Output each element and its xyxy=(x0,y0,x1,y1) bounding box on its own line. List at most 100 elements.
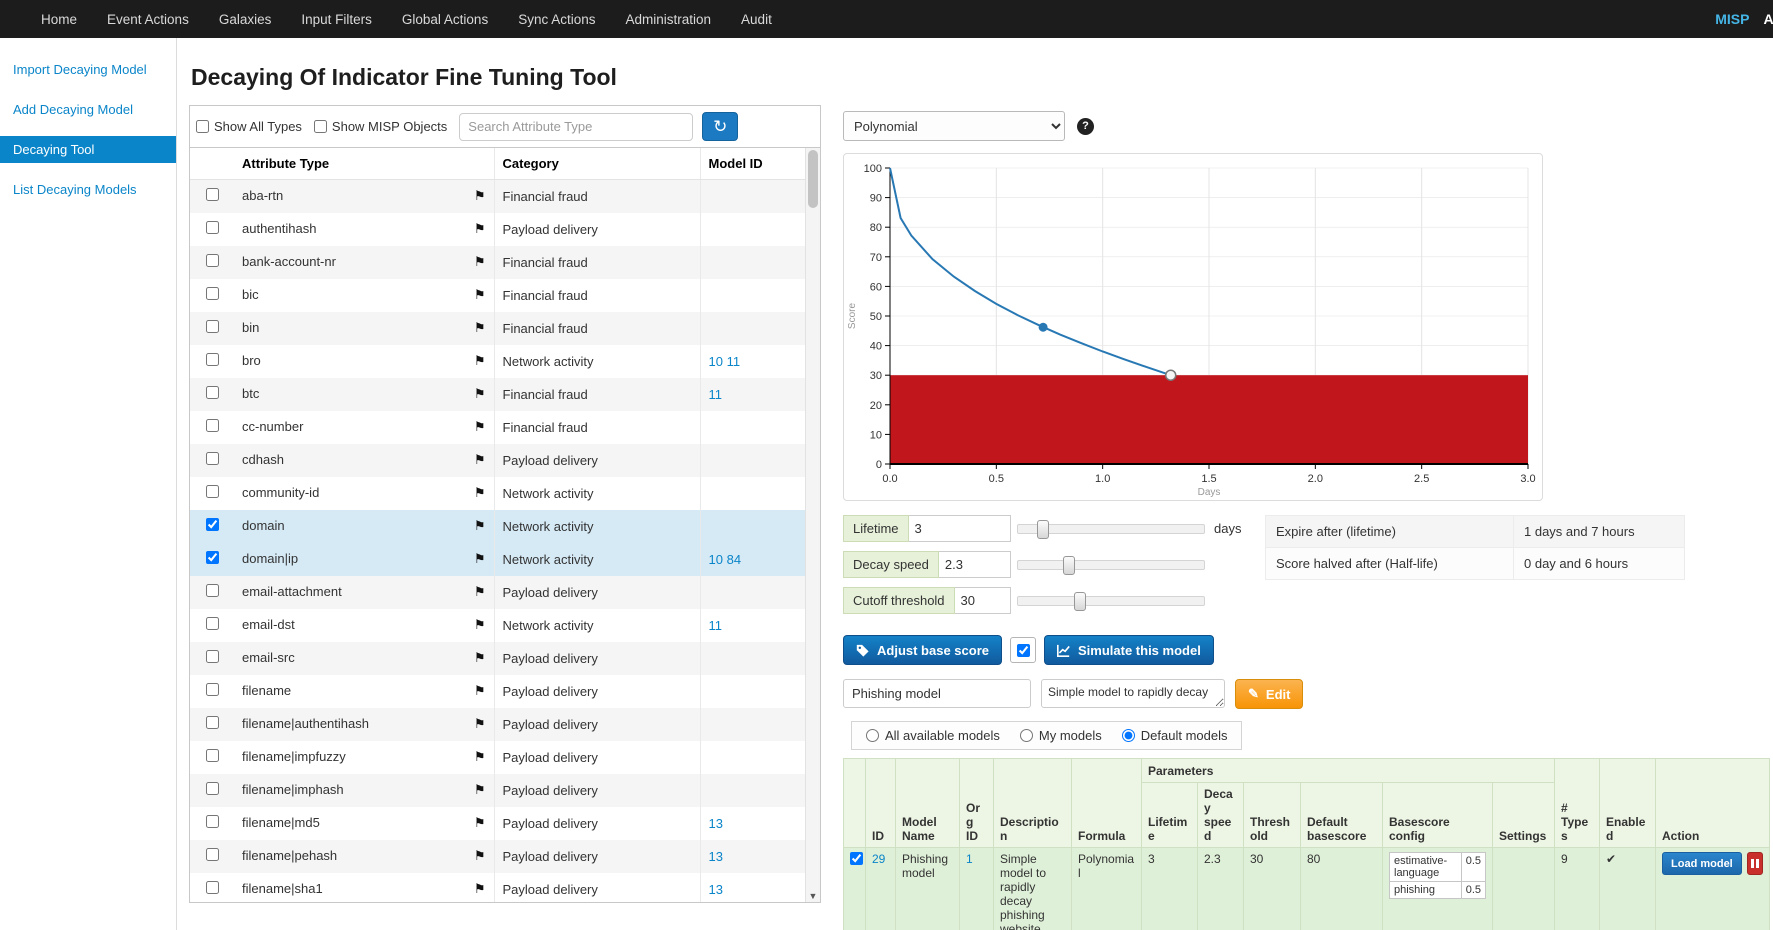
sidebar-item-add-decaying-model[interactable]: Add Decaying Model xyxy=(0,96,176,123)
nav-item-audit[interactable]: Audit xyxy=(726,12,787,27)
model-id-link[interactable]: 13 xyxy=(709,849,723,864)
decay-chart[interactable]: 0.00.51.01.52.02.53.00102030405060708090… xyxy=(843,153,1543,501)
flag-icon[interactable]: ⚑ xyxy=(474,551,486,567)
attribute-row-checkbox[interactable] xyxy=(206,749,219,762)
nav-item-galaxies[interactable]: Galaxies xyxy=(204,12,287,27)
models-header-lifetime[interactable]: Lifetime xyxy=(1142,783,1198,848)
adjust-base-score-button[interactable]: Adjust base score xyxy=(843,635,1002,665)
flag-icon[interactable]: ⚑ xyxy=(474,617,486,633)
edit-model-button[interactable]: ✎ Edit xyxy=(1235,679,1303,709)
attribute-header-type[interactable]: Attribute Type xyxy=(234,148,494,180)
cutoff-threshold-input[interactable] xyxy=(955,587,1011,614)
lifetime-slider[interactable] xyxy=(1017,524,1205,534)
attribute-row[interactable]: email-dst⚑Network activity11 xyxy=(190,609,805,642)
decay-speed-slider-handle[interactable] xyxy=(1063,556,1075,575)
model-name-input[interactable] xyxy=(843,679,1031,708)
decay-speed-input[interactable] xyxy=(939,551,1011,578)
models-header-model-name[interactable]: Model Name xyxy=(896,759,960,848)
model-id-link[interactable]: 29 xyxy=(872,852,885,866)
attribute-row-checkbox[interactable] xyxy=(206,485,219,498)
flag-icon[interactable]: ⚑ xyxy=(474,188,486,204)
attribute-row-checkbox[interactable] xyxy=(206,320,219,333)
attribute-row[interactable]: filename|pehash⚑Payload delivery13 xyxy=(190,840,805,873)
attribute-row[interactable]: filename|md5⚑Payload delivery13 xyxy=(190,807,805,840)
flag-icon[interactable]: ⚑ xyxy=(474,881,486,897)
attribute-row-checkbox[interactable] xyxy=(206,386,219,399)
attribute-row[interactable]: cdhash⚑Payload delivery xyxy=(190,444,805,477)
attribute-row[interactable]: filename|imphash⚑Payload delivery xyxy=(190,774,805,807)
misp-brand-link[interactable]: MISP xyxy=(1715,11,1749,27)
attribute-row-checkbox[interactable] xyxy=(206,353,219,366)
model-org-id-link[interactable]: 1 xyxy=(966,852,973,866)
models-header-default-basescore[interactable]: Default basescore xyxy=(1301,783,1383,848)
nav-item-sync-actions[interactable]: Sync Actions xyxy=(503,12,610,27)
radio-input[interactable] xyxy=(1020,729,1033,742)
model-filter-default-models[interactable]: Default models xyxy=(1122,728,1228,743)
models-header-decay-speed[interactable]: Decay speed xyxy=(1198,783,1244,848)
models-header-threshold[interactable]: Threshold xyxy=(1244,783,1301,848)
flag-icon[interactable]: ⚑ xyxy=(474,848,486,864)
attribute-row-checkbox[interactable] xyxy=(206,518,219,531)
attribute-row-checkbox[interactable] xyxy=(206,221,219,234)
model-id-link[interactable]: 84 xyxy=(727,552,741,567)
flag-icon[interactable]: ⚑ xyxy=(474,386,486,402)
radio-input[interactable] xyxy=(866,729,879,742)
models-header-basescore-config[interactable]: Basescore config xyxy=(1383,783,1493,848)
attribute-row[interactable]: email-attachment⚑Payload delivery xyxy=(190,576,805,609)
flag-icon[interactable]: ⚑ xyxy=(474,650,486,666)
flag-icon[interactable]: ⚑ xyxy=(474,749,486,765)
models-header-id[interactable]: ID xyxy=(866,759,896,848)
attribute-row-checkbox[interactable] xyxy=(206,617,219,630)
decay-chart-svg[interactable]: 0.00.51.01.52.02.53.00102030405060708090… xyxy=(844,154,1542,500)
attribute-row-checkbox[interactable] xyxy=(206,254,219,267)
attribute-row[interactable]: email-src⚑Payload delivery xyxy=(190,642,805,675)
attribute-row-checkbox[interactable] xyxy=(206,716,219,729)
flag-icon[interactable]: ⚑ xyxy=(474,287,486,303)
attribute-row[interactable]: domain|ip⚑Network activity10 84 xyxy=(190,543,805,576)
flag-icon[interactable]: ⚑ xyxy=(474,815,486,831)
scrollbar-down-arrow[interactable]: ▼ xyxy=(806,891,820,901)
attribute-row-checkbox[interactable] xyxy=(206,584,219,597)
model-id-link[interactable]: 11 xyxy=(709,387,723,402)
lifetime-input[interactable] xyxy=(909,515,1011,542)
attribute-row[interactable]: domain⚑Network activity xyxy=(190,510,805,543)
nav-item-home[interactable]: Home xyxy=(26,12,92,27)
flag-icon[interactable]: ⚑ xyxy=(474,584,486,600)
models-header-formula[interactable]: Formula xyxy=(1072,759,1142,848)
flag-icon[interactable]: ⚑ xyxy=(474,485,486,501)
attribute-row[interactable]: filename|sha1⚑Payload delivery13 xyxy=(190,873,805,904)
attribute-row-checkbox[interactable] xyxy=(206,452,219,465)
scrollbar-thumb[interactable] xyxy=(808,150,818,208)
model-id-link[interactable]: 10 xyxy=(709,552,723,567)
load-model-button[interactable]: Load model xyxy=(1662,852,1742,875)
adjust-basescore-checkbox-wrap[interactable] xyxy=(1010,637,1036,663)
show-all-types-checkbox[interactable] xyxy=(196,120,209,133)
attribute-row-checkbox[interactable] xyxy=(206,287,219,300)
models-header-org-id[interactable]: Org ID xyxy=(960,759,994,848)
attribute-row-checkbox[interactable] xyxy=(206,419,219,432)
flag-icon[interactable]: ⚑ xyxy=(474,683,486,699)
cutoff-threshold-slider[interactable] xyxy=(1017,596,1205,606)
model-id-link[interactable]: 10 xyxy=(709,354,723,369)
attribute-row-checkbox[interactable] xyxy=(206,782,219,795)
sidebar-item-decaying-tool[interactable]: Decaying Tool xyxy=(0,136,176,163)
model-id-link[interactable]: 11 xyxy=(727,354,741,369)
attribute-row[interactable]: bro⚑Network activity10 11 xyxy=(190,345,805,378)
attribute-row-checkbox[interactable] xyxy=(206,650,219,663)
flag-icon[interactable]: ⚑ xyxy=(474,452,486,468)
model-id-link[interactable]: 13 xyxy=(709,816,723,831)
model-description-textarea[interactable]: Simple model to rapidly decay xyxy=(1041,679,1225,708)
cutoff-threshold-slider-handle[interactable] xyxy=(1074,592,1086,611)
models-header-num-types[interactable]: # Types xyxy=(1555,759,1600,848)
model-filter-my-models[interactable]: My models xyxy=(1020,728,1102,743)
show-misp-objects-checkbox[interactable] xyxy=(314,120,327,133)
models-header-description[interactable]: Description xyxy=(994,759,1072,848)
model-row-checkbox[interactable] xyxy=(850,852,863,865)
flag-icon[interactable]: ⚑ xyxy=(474,221,486,237)
nav-item-event-actions[interactable]: Event Actions xyxy=(92,12,204,27)
attribute-row[interactable]: filename⚑Payload delivery xyxy=(190,675,805,708)
flag-icon[interactable]: ⚑ xyxy=(474,353,486,369)
nav-item-global-actions[interactable]: Global Actions xyxy=(387,12,503,27)
attribute-table-scrollbar[interactable]: ▼ xyxy=(805,148,820,902)
refresh-button[interactable]: ↻ xyxy=(702,112,738,141)
